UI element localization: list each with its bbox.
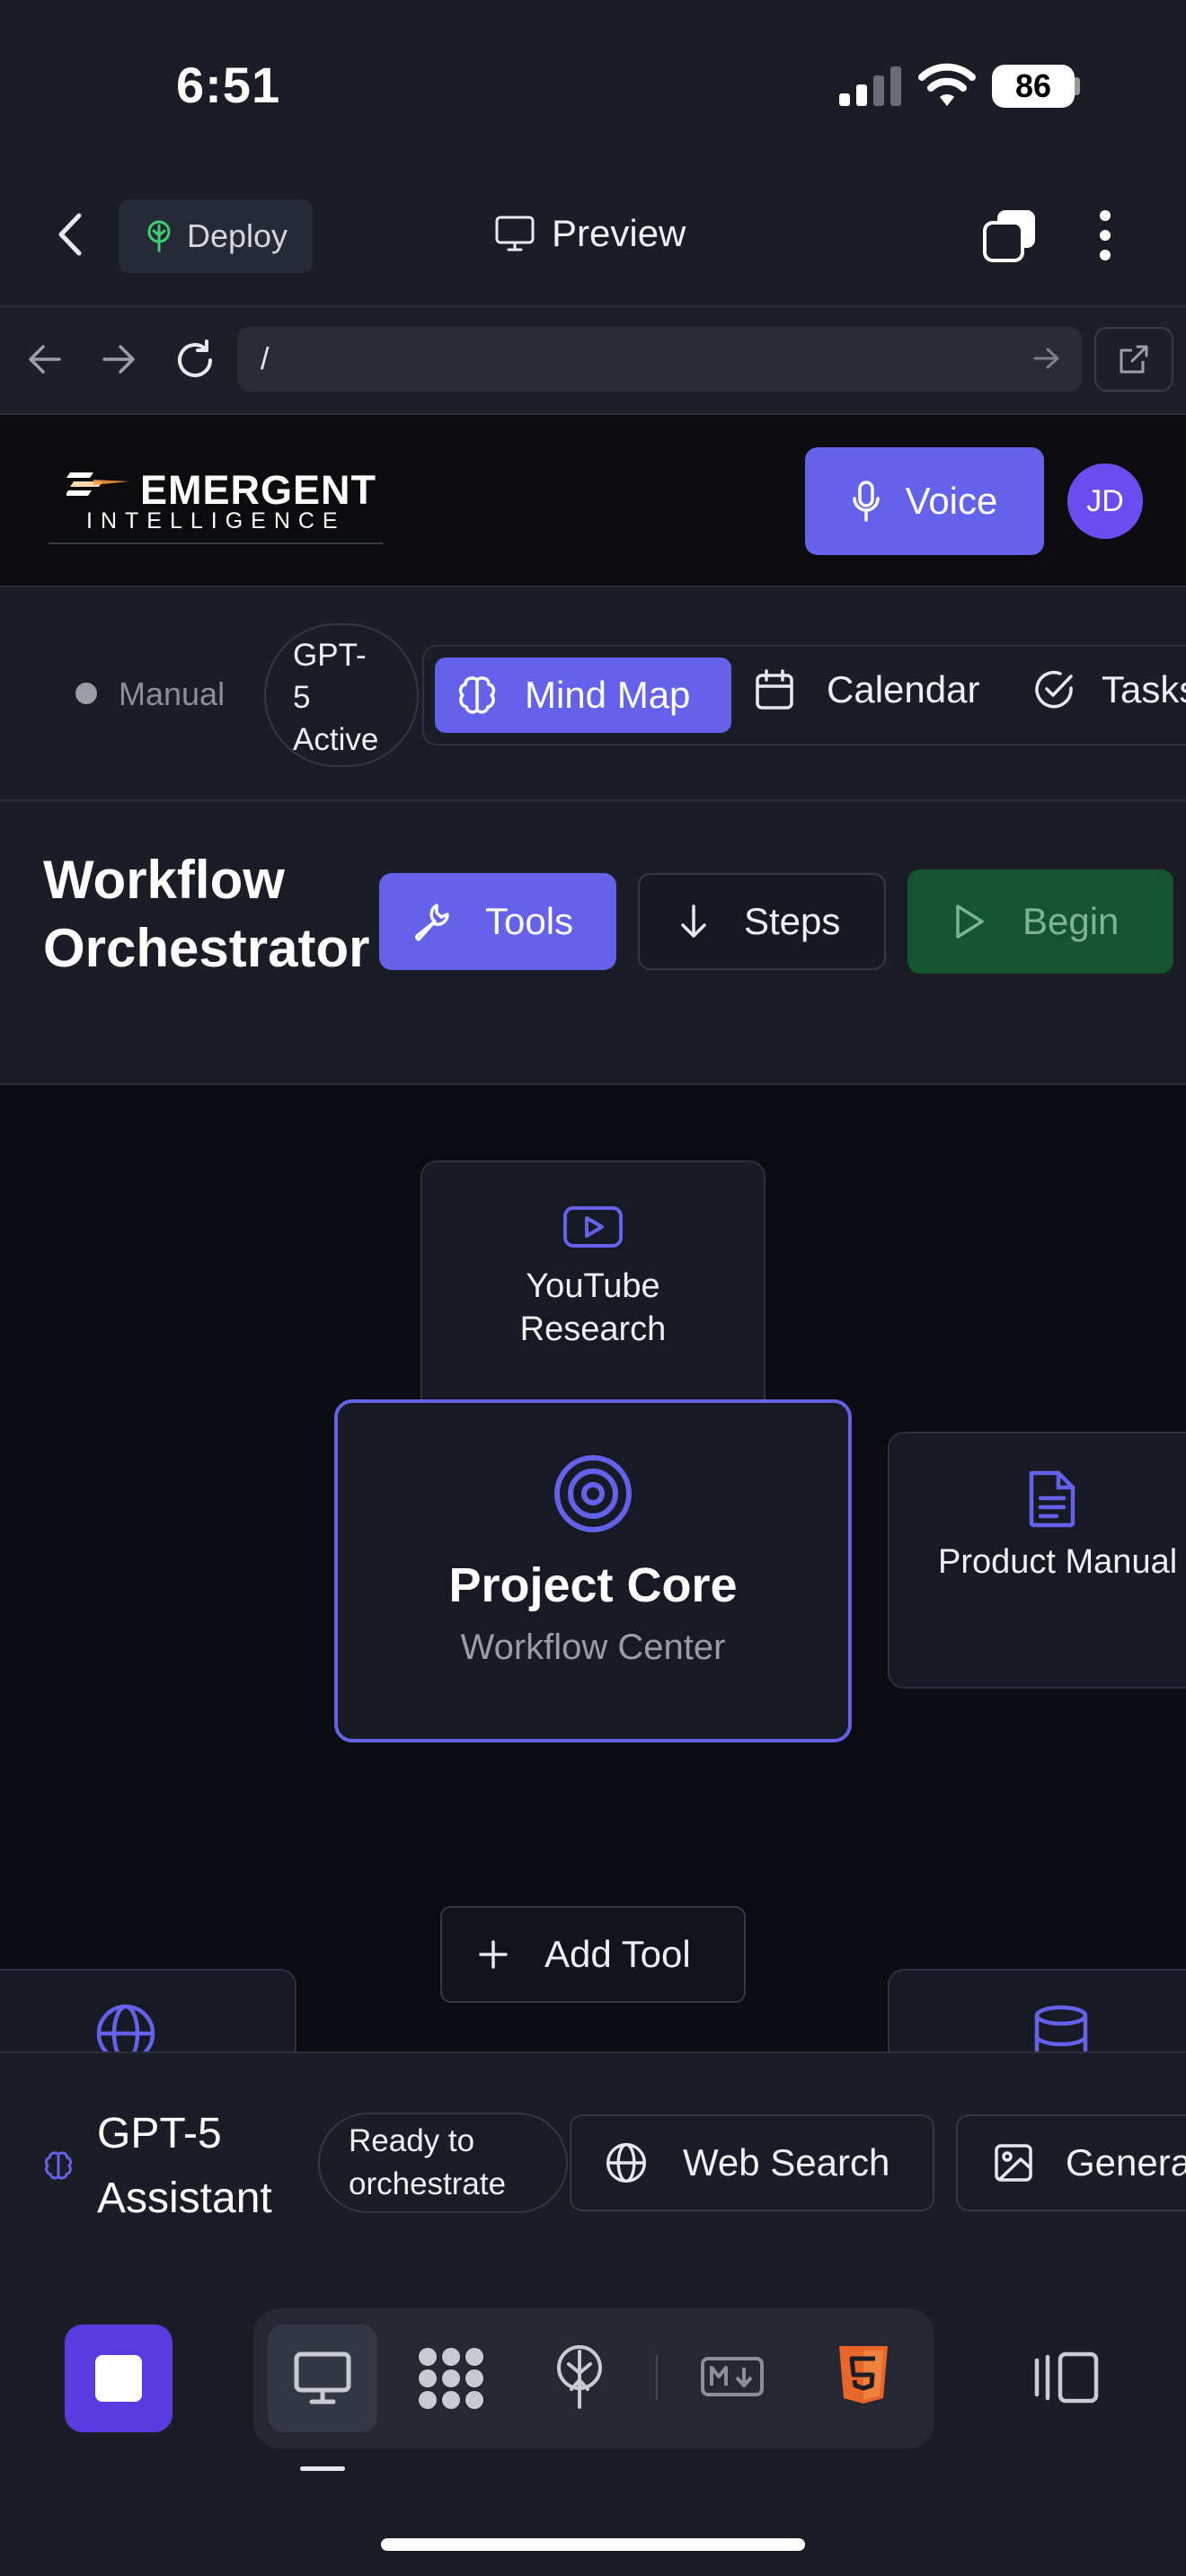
plus-icon bbox=[479, 1940, 508, 1969]
check-circle-icon bbox=[1035, 670, 1073, 709]
document-icon bbox=[1029, 1470, 1075, 1528]
node-product-manual[interactable]: Product Manual bbox=[888, 1432, 1186, 1689]
node-label: Product Manual bbox=[938, 1543, 1178, 1581]
status-line: Ready to bbox=[349, 2123, 475, 2158]
more-vertical-icon[interactable] bbox=[1098, 208, 1112, 262]
tab-tasks-label: Tasks bbox=[1102, 668, 1186, 710]
voice-button[interactable]: Voice bbox=[805, 447, 1044, 555]
node-web[interactable] bbox=[0, 1969, 296, 2053]
external-link-icon bbox=[1120, 345, 1148, 374]
avatar[interactable]: JD bbox=[1067, 463, 1143, 539]
globe-icon bbox=[606, 2143, 646, 2183]
node-label: YouTube bbox=[526, 1267, 660, 1305]
steps-label: Steps bbox=[744, 900, 841, 942]
page-title: Workflow Orchestrator bbox=[43, 846, 369, 983]
logo-mark-icon bbox=[66, 469, 131, 499]
battery-icon: 86 bbox=[992, 65, 1075, 108]
tools-button[interactable]: Tools bbox=[379, 873, 616, 970]
cellular-signal-icon bbox=[837, 66, 902, 106]
manual-status-dot bbox=[75, 683, 97, 704]
wrench-icon bbox=[415, 904, 449, 941]
panel-toggle-icon[interactable] bbox=[1033, 2351, 1100, 2404]
image-icon bbox=[995, 2144, 1032, 2182]
play-icon bbox=[956, 904, 984, 939]
steps-button[interactable]: Steps bbox=[638, 873, 886, 970]
dock-divider bbox=[656, 2355, 658, 2400]
logo-tagline: INTELLIGENCE bbox=[86, 508, 346, 534]
web-search-button[interactable]: Web Search bbox=[570, 2114, 934, 2211]
integrations-icon[interactable] bbox=[417, 2346, 485, 2411]
manual-mode-label[interactable]: Manual bbox=[119, 675, 225, 713]
node-database[interactable] bbox=[888, 1969, 1186, 2053]
browser-forward-icon[interactable] bbox=[101, 343, 137, 375]
youtube-icon bbox=[563, 1206, 623, 1248]
add-tool-label: Add Tool bbox=[544, 1933, 691, 1975]
database-icon bbox=[1034, 2005, 1088, 2053]
monitor-icon bbox=[495, 216, 535, 251]
tab-mind-map-label: Mind Map bbox=[525, 674, 691, 716]
node-project-core[interactable]: Project Core Workflow Center bbox=[334, 1399, 852, 1742]
battery-tip bbox=[1075, 77, 1080, 95]
generate-label: Genera bbox=[1066, 2141, 1186, 2183]
node-core-title: Project Core bbox=[448, 1558, 738, 1612]
begin-label: Begin bbox=[1022, 900, 1120, 942]
brain-icon bbox=[458, 676, 496, 714]
brain-icon bbox=[43, 2150, 74, 2181]
add-tool-button[interactable]: Add Tool bbox=[440, 1906, 746, 2003]
reload-icon[interactable] bbox=[174, 340, 216, 381]
arrow-down-icon bbox=[681, 904, 706, 938]
model-badge-line: 5 bbox=[293, 680, 311, 715]
target-icon bbox=[554, 1455, 632, 1532]
assistant-title-line: Assistant bbox=[97, 2175, 272, 2222]
monitor-icon bbox=[294, 2351, 351, 2404]
globe-icon bbox=[96, 2004, 155, 2053]
model-badge-line: Active bbox=[293, 722, 379, 757]
logo-wordmark: EMERGENT bbox=[140, 467, 377, 513]
preview-label: Preview bbox=[552, 212, 686, 254]
node-youtube-research[interactable]: YouTube Research bbox=[420, 1160, 766, 1417]
calendar-icon bbox=[756, 669, 793, 710]
page-title-line: Workflow bbox=[43, 850, 285, 910]
markdown-icon[interactable] bbox=[701, 2357, 764, 2396]
home-indicator bbox=[381, 2538, 805, 2551]
generate-image-button[interactable]: Genera bbox=[956, 2114, 1186, 2211]
page-title-line: Orchestrator bbox=[43, 918, 370, 978]
open-external-button[interactable] bbox=[1094, 327, 1173, 392]
assistant-title: GPT-5 Assistant bbox=[97, 2102, 272, 2231]
model-status-badge: GPT- 5 Active bbox=[264, 623, 419, 767]
mind-map-canvas[interactable]: YouTube Research Project Core Workflow C… bbox=[0, 1083, 1186, 2053]
html5-icon[interactable] bbox=[837, 2344, 890, 2405]
tabs-icon[interactable] bbox=[981, 207, 1039, 264]
tab-tasks[interactable]: Tasks bbox=[1033, 668, 1186, 711]
assistant-title-line: GPT-5 bbox=[97, 2110, 222, 2157]
stop-icon bbox=[95, 2355, 142, 2402]
node-label: Research bbox=[519, 1310, 667, 1348]
tab-calendar[interactable]: Calendar bbox=[755, 668, 979, 711]
assistant-status-badge: Ready to orchestrate bbox=[318, 2113, 568, 2213]
back-chevron-icon[interactable] bbox=[56, 212, 83, 257]
active-indicator bbox=[300, 2466, 345, 2471]
dock-preview-button[interactable] bbox=[268, 2325, 377, 2432]
status-time: 6:51 bbox=[176, 57, 281, 113]
tab-mind-map[interactable]: Mind Map bbox=[435, 657, 731, 733]
web-search-label: Web Search bbox=[683, 2141, 890, 2183]
model-badge-line: GPT- bbox=[293, 638, 367, 673]
preview-title: Preview bbox=[494, 212, 686, 255]
deploy-tree-icon bbox=[147, 220, 171, 252]
microphone-icon bbox=[852, 481, 880, 522]
browser-back-icon[interactable] bbox=[27, 343, 63, 375]
wifi-icon bbox=[918, 63, 976, 108]
url-input[interactable]: / bbox=[237, 327, 1082, 392]
deploy-button[interactable]: Deploy bbox=[119, 199, 313, 273]
tab-calendar-label: Calendar bbox=[827, 668, 980, 710]
deploy-label: Deploy bbox=[187, 217, 288, 254]
deploy-icon[interactable] bbox=[552, 2344, 607, 2409]
status-line: orchestrate bbox=[349, 2166, 507, 2201]
begin-button[interactable]: Begin bbox=[907, 869, 1173, 974]
tools-label: Tools bbox=[485, 900, 574, 942]
voice-label: Voice bbox=[905, 480, 998, 522]
url-go-icon[interactable] bbox=[1031, 345, 1062, 372]
node-core-subtitle: Workflow Center bbox=[460, 1628, 726, 1667]
